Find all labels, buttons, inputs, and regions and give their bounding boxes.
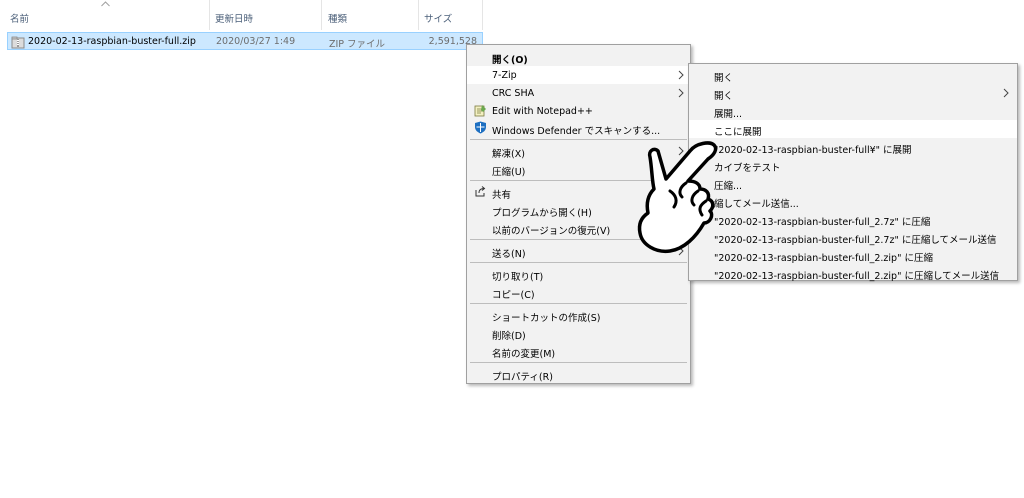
menu-item-properties[interactable]: プロパティ(R)	[467, 365, 690, 383]
menu-item-share-label: 共有	[492, 190, 512, 201]
menu-item-crc-sha[interactable]: CRC SHA	[467, 84, 690, 102]
submenu-item-open-label: 開く	[714, 73, 734, 84]
column-name-label: 名前	[10, 14, 30, 25]
chevron-right-icon	[678, 88, 684, 101]
7zip-submenu: 開く 開く 展開... ここに展開 "2020-02-13-raspbian-b…	[688, 63, 1018, 282]
submenu-item-add-7z-email[interactable]: "2020-02-13-raspbian-buster-full_2.7z" に…	[689, 228, 1017, 246]
menu-item-send-to-label: 送る(N)	[492, 249, 526, 260]
menu-item-copy-label: コピー(C)	[492, 290, 535, 301]
chevron-right-icon	[1003, 88, 1009, 101]
menu-item-cut-label: 切り取り(T)	[492, 272, 544, 283]
menu-item-cut[interactable]: 切り取り(T)	[467, 265, 690, 283]
menu-item-7zip[interactable]: 7-Zip	[467, 66, 690, 84]
submenu-item-add-zip-email-label: "2020-02-13-raspbian-buster-full_2.zip" …	[714, 271, 1000, 282]
submenu-item-extract-files-label: 展開...	[714, 109, 743, 120]
menu-item-notepad-label: Edit with Notepad++	[492, 106, 593, 117]
submenu-item-add-zip[interactable]: "2020-02-13-raspbian-buster-full_2.zip" …	[689, 246, 1017, 264]
column-date[interactable]: 更新日時	[210, 0, 322, 30]
menu-item-copy[interactable]: コピー(C)	[467, 283, 690, 301]
menu-item-crc-sha-label: CRC SHA	[492, 88, 535, 99]
file-name: 2020-02-13-raspbian-buster-full.zip	[28, 36, 196, 47]
submenu-item-add-7z-label: "2020-02-13-raspbian-buster-full_2.7z" に…	[714, 217, 931, 228]
menu-separator	[470, 362, 687, 363]
menu-separator	[470, 303, 687, 304]
column-type-label: 種類	[328, 14, 348, 25]
column-size[interactable]: サイズ	[419, 0, 483, 30]
submenu-item-extract-to-label: "2020-02-13-raspbian-buster-full¥" に展開	[714, 145, 912, 156]
submenu-item-add-7z[interactable]: "2020-02-13-raspbian-buster-full_2.7z" に…	[689, 210, 1017, 228]
submenu-item-extract-to[interactable]: "2020-02-13-raspbian-buster-full¥" に展開	[689, 138, 1017, 156]
notepad-plus-icon	[474, 104, 487, 120]
submenu-item-compress-email[interactable]: 縮してメール送信...	[689, 192, 1017, 210]
submenu-item-open-archive[interactable]: 開く	[689, 84, 1017, 102]
menu-item-restore-label: 以前のバージョンの復元(V)	[492, 226, 611, 237]
menu-item-open-label: 開く(O)	[492, 55, 528, 66]
file-date: 2020/03/27 1:49	[216, 36, 296, 47]
column-date-label: 更新日時	[215, 14, 254, 25]
menu-item-7zip-label: 7-Zip	[492, 70, 517, 81]
submenu-item-open-archive-label: 開く	[714, 91, 734, 102]
file-row-selected[interactable]: 2020-02-13-raspbian-buster-full.zip 2020…	[7, 32, 483, 50]
zip-file-icon	[11, 36, 25, 52]
submenu-item-extract-here-label: ここに展開	[714, 127, 762, 138]
submenu-item-add-zip-email[interactable]: "2020-02-13-raspbian-buster-full_2.zip" …	[689, 264, 1017, 282]
submenu-item-add-7z-email-label: "2020-02-13-raspbian-buster-full_2.7z" に…	[714, 235, 997, 246]
chevron-right-icon	[678, 70, 684, 83]
submenu-item-extract-here[interactable]: ここに展開	[689, 120, 1017, 138]
menu-item-defender-label: Windows Defender でスキャンする...	[492, 126, 661, 137]
file-type: ZIP ファイル	[329, 39, 386, 50]
menu-item-delete[interactable]: 削除(D)	[467, 324, 690, 342]
submenu-item-add-zip-label: "2020-02-13-raspbian-buster-full_2.zip" …	[714, 253, 933, 264]
pointing-hand-icon	[630, 137, 732, 262]
submenu-item-test-archive[interactable]: カイブをテスト	[689, 156, 1017, 174]
menu-item-notepad[interactable]: Edit with Notepad++	[467, 102, 690, 120]
sort-ascending-icon	[101, 1, 110, 7]
submenu-item-open[interactable]: 開く	[689, 66, 1017, 84]
menu-item-rename[interactable]: 名前の変更(M)	[467, 342, 690, 360]
menu-item-compress-label: 圧縮(U)	[492, 167, 526, 178]
menu-item-shortcut-label: ショートカットの作成(S)	[492, 313, 601, 324]
column-type[interactable]: 種類	[322, 0, 419, 30]
submenu-item-extract-files[interactable]: 展開...	[689, 102, 1017, 120]
menu-separator	[470, 262, 687, 263]
menu-item-rename-label: 名前の変更(M)	[492, 349, 556, 360]
menu-item-properties-label: プロパティ(R)	[492, 372, 553, 383]
submenu-item-add-to-archive[interactable]: 圧縮...	[689, 174, 1017, 192]
column-header: 名前 更新日時 種類 サイズ	[0, 0, 1024, 30]
menu-item-shortcut[interactable]: ショートカットの作成(S)	[467, 306, 690, 324]
column-size-label: サイズ	[424, 14, 453, 25]
menu-item-delete-label: 削除(D)	[492, 331, 526, 342]
column-name[interactable]: 名前	[0, 0, 210, 30]
menu-item-open[interactable]: 開く(O)	[467, 48, 690, 66]
menu-item-extract-label: 解凍(X)	[492, 149, 525, 160]
menu-item-defender[interactable]: Windows Defender でスキャンする...	[467, 119, 690, 137]
menu-item-open-with-label: プログラムから開く(H)	[492, 208, 592, 219]
share-icon	[474, 185, 487, 201]
shield-icon	[474, 121, 487, 137]
